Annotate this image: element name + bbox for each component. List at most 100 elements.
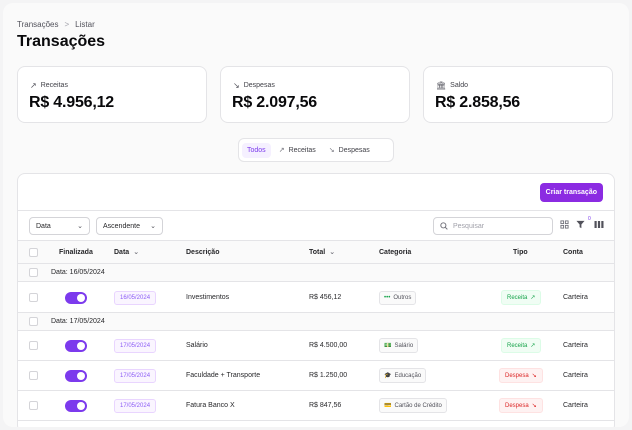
search-icon [440, 222, 448, 230]
columns-icon[interactable] [594, 220, 604, 231]
divider [18, 210, 614, 211]
tab-label: Receitas [288, 146, 316, 154]
date-tag: 16/05/2024 [114, 290, 157, 305]
summary-value: R$ 4.956,12 [29, 94, 114, 111]
group-checkbox[interactable] [29, 268, 38, 277]
trending-up-icon: ↗ [30, 81, 37, 90]
group-row: Data: 16/05/2024 [18, 264, 614, 282]
column-conta: Conta [563, 248, 583, 256]
total: R$ 847,56 [309, 402, 342, 409]
total: R$ 456,12 [309, 294, 342, 301]
date-tag: 17/05/2024 [114, 398, 157, 413]
finalizada-toggle[interactable] [65, 369, 87, 382]
graduation-cap-icon: 🎓 [384, 373, 392, 379]
column-categoria: Categoria [379, 248, 412, 256]
type-label: Receita [507, 342, 528, 349]
summary-card-despesas: ↘ Despesas R$ 2.097,56 [220, 66, 410, 123]
group-label: Data: 16/05/2024 [51, 269, 105, 276]
trending-up-icon: ↗ [278, 147, 285, 154]
breadcrumb-separator: > [64, 20, 70, 29]
sort-order-select[interactable]: Ascendente ⌄ [96, 217, 163, 235]
finalizada-toggle[interactable] [65, 339, 87, 352]
type-label: Despesa [505, 372, 529, 379]
summary-label: Despesas [243, 82, 275, 89]
select-all-checkbox[interactable] [29, 247, 38, 257]
chevron-down-icon: ⌄ [329, 249, 336, 256]
category-tag: 💳 Cartão de Crédito [379, 398, 447, 413]
sort-field-value: Data [36, 222, 51, 230]
create-transaction-button[interactable]: Criar transação [539, 183, 603, 202]
type-tag: Receita ↗ [501, 338, 542, 353]
chevron-down-icon: ⌄ [150, 223, 156, 230]
filter-count-badge: 0 [588, 216, 591, 222]
filter-icon[interactable] [576, 220, 585, 231]
trending-down-icon: ↘ [328, 147, 335, 154]
column-data[interactable]: Data ⌄ [114, 241, 139, 263]
trending-down-icon: ↘ [531, 373, 537, 379]
summary-value: R$ 2.097,56 [232, 94, 317, 111]
tab-label: Despesas [338, 146, 370, 154]
chevron-down-icon: ⌄ [133, 249, 140, 256]
account: Carteira [563, 372, 588, 379]
column-label: Data [114, 248, 130, 256]
group-label: Data: 17/05/2024 [51, 318, 105, 325]
page-title: Transações [17, 33, 106, 50]
bank-icon: 🏛 [436, 81, 447, 90]
column-tipo: Tipo [513, 248, 528, 256]
tab-label: Todos [247, 146, 266, 154]
date-tag: 17/05/2024 [114, 368, 157, 383]
category-label: Cartão de Crédito [394, 402, 442, 409]
summary-label: Receitas [40, 82, 68, 89]
description: Investimentos [186, 294, 230, 301]
table-row[interactable]: 17/05/2024 Salário R$ 4.500,00 💵 Salário … [18, 331, 614, 361]
category-tag: ••• Outros [379, 290, 417, 305]
account: Carteira [563, 402, 588, 409]
more-icon: ••• [384, 294, 391, 301]
row-checkbox[interactable] [29, 401, 38, 410]
group-row: Data: 17/05/2024 [18, 313, 614, 331]
breadcrumb-current: Listar [75, 20, 95, 29]
table-row[interactable]: 16/05/2024 Investimentos R$ 456,12 ••• Ou… [18, 283, 614, 313]
row-checkbox[interactable] [29, 371, 38, 380]
table-row[interactable]: 17/05/2024 Fatura Banco X R$ 847,56 💳 Car… [18, 391, 614, 421]
search-placeholder: Pesquisar [453, 222, 485, 230]
trending-down-icon: ↘ [233, 81, 240, 90]
table-header: Finalizada Data ⌄ Descrição Total ⌄ Catego… [18, 240, 614, 264]
total: R$ 4.500,00 [309, 342, 348, 349]
category-label: Outros [393, 294, 412, 301]
date-tag: 17/05/2024 [114, 338, 157, 353]
column-finalizada: Finalizada [59, 248, 93, 256]
type-filter-tabs: Todos ↗ Receitas ↘ Despesas [238, 138, 394, 162]
summary-card-receitas: ↗ Receitas R$ 4.956,12 [17, 66, 207, 123]
money-icon: 💵 [384, 343, 392, 349]
credit-card-icon: 💳 [384, 403, 392, 409]
trending-up-icon: ↗ [530, 295, 536, 301]
description: Fatura Banco X [186, 402, 235, 409]
group-checkbox[interactable] [29, 317, 38, 326]
type-label: Receita [507, 294, 528, 301]
row-checkbox[interactable] [29, 293, 38, 302]
summary-value: R$ 2.858,56 [435, 94, 520, 111]
finalizada-toggle[interactable] [65, 291, 87, 304]
tab-receitas[interactable]: ↗ Receitas [274, 142, 321, 158]
row-checkbox[interactable] [29, 341, 38, 350]
description: Salário [186, 342, 208, 349]
column-descricao: Descrição [186, 248, 220, 256]
sort-order-value: Ascendente [103, 222, 140, 230]
description: Faculdade + Transporte [186, 372, 261, 379]
search-input[interactable]: Pesquisar [433, 217, 553, 235]
trending-down-icon: ↘ [531, 403, 537, 409]
sort-field-select[interactable]: Data ⌄ [29, 217, 90, 235]
type-tag: Despesa ↘ [499, 398, 543, 413]
column-label: Total [309, 248, 326, 256]
category-tag: 💵 Salário [379, 338, 419, 353]
finalizada-toggle[interactable] [65, 399, 87, 412]
table-row[interactable]: 17/05/2024 Faculdade + Transporte R$ 1.2… [18, 361, 614, 391]
column-total[interactable]: Total ⌄ [309, 241, 335, 263]
tab-todos[interactable]: Todos [242, 142, 271, 158]
breadcrumb-root[interactable]: Transações [17, 20, 59, 29]
tab-despesas[interactable]: ↘ Despesas [324, 142, 375, 158]
category-tag: 🎓 Educação [379, 368, 427, 383]
type-label: Despesa [505, 402, 529, 409]
grid-view-icon[interactable] [560, 220, 569, 231]
